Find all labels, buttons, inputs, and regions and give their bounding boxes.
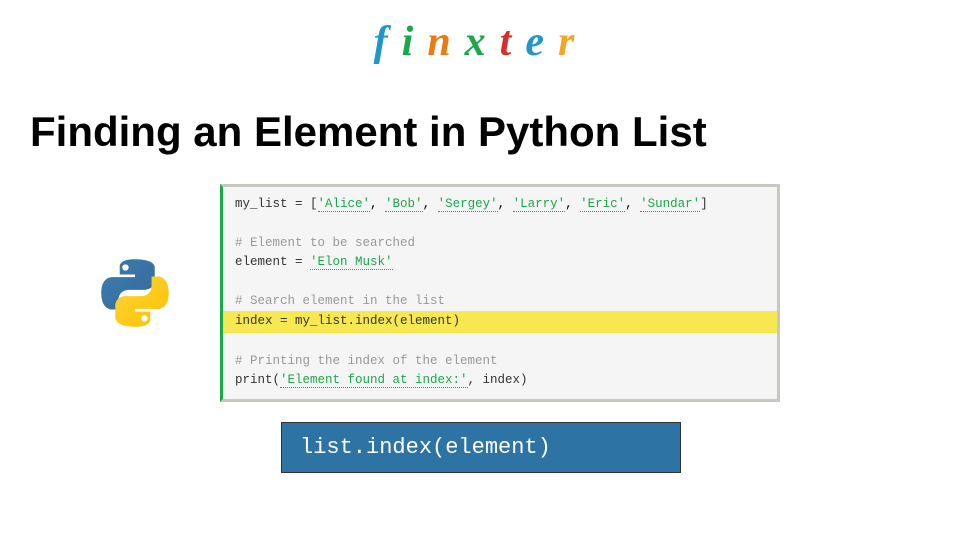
code-comment-1: # Element to be searched [223,234,777,253]
logo-letter-f: f [374,18,402,66]
logo-letter-i: i [402,18,428,66]
content-row: my_list = ['Alice', 'Bob', 'Sergey', 'La… [0,156,962,402]
page-title: Finding an Element in Python List [0,66,962,156]
code-comment-3: # Printing the index of the element [223,352,777,371]
method-signature-box: list.index(element) [281,422,681,473]
code-line-2: element = 'Elon Musk' [223,253,777,272]
logo-letter-e: e [525,18,558,66]
code-comment-2: # Search element in the list [223,292,777,311]
finxter-logo: finxter [0,0,962,66]
code-line-4: print('Element found at index:', index) [223,371,777,390]
logo-letter-t: t [500,18,526,66]
code-block: my_list = ['Alice', 'Bob', 'Sergey', 'La… [220,184,780,402]
logo-letter-x: x [465,18,500,66]
logo-letter-r: r [558,18,588,66]
logo-letter-n: n [427,18,464,66]
code-line-1: my_list = ['Alice', 'Bob', 'Sergey', 'La… [223,195,777,214]
python-icon [100,258,170,328]
code-line-highlighted: index = my_list.index(element) [223,311,777,332]
